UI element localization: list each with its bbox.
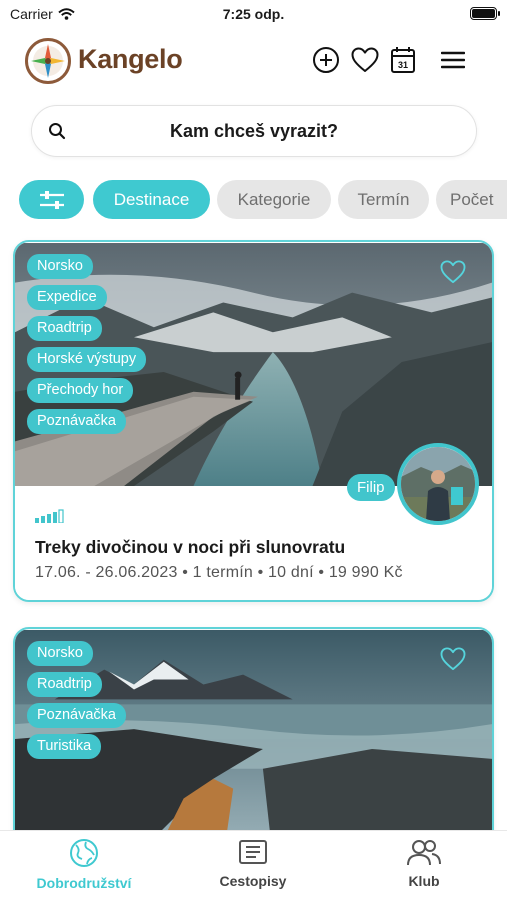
filter-chip-pocet[interactable]: Počet [436,180,507,219]
filter-chip-kategorie[interactable]: Kategorie [217,180,331,219]
tag[interactable]: Expedice [27,285,107,310]
tag[interactable]: Norsko [27,254,93,279]
app-header: Kangelo 31 [0,34,507,90]
favorite-icon[interactable] [440,647,466,671]
tag-list: Norsko Expedice Roadtrip Horské výstupy … [27,254,147,434]
tab-cestopisy[interactable]: Cestopisy [183,837,323,889]
tag[interactable]: Poznávačka [27,409,126,434]
filter-chip-destinace[interactable]: Destinace [93,180,210,219]
search-bar[interactable]: Kam chceš vyrazit? [31,105,477,157]
status-bar: Carrier 7:25 odp. [0,0,507,28]
tag[interactable]: Roadtrip [27,316,102,341]
search-input[interactable]: Kam chceš vyrazit? [32,121,476,142]
calendar-button[interactable]: 31 [387,44,419,76]
tag[interactable]: Roadtrip [27,672,102,697]
tab-dobrodruzstvi[interactable]: Dobrodružství [14,837,154,891]
favorite-icon[interactable] [440,260,466,284]
tab-label: Cestopisy [219,873,287,889]
battery-icon [470,7,500,20]
trip-card[interactable]: Norsko Roadtrip Poznávačka Turistika [13,627,494,857]
filter-sliders-icon [39,190,64,209]
difficulty-icon [35,509,64,523]
calendar-icon: 31 [391,47,415,73]
heart-icon [351,47,379,72]
book-icon [239,840,267,864]
globe-icon [70,839,98,867]
users-icon [407,840,441,866]
tag-list: Norsko Roadtrip Poznávačka Turistika [27,641,126,759]
add-button[interactable] [310,44,342,76]
filter-settings-button[interactable] [19,180,84,219]
bottom-nav: Dobrodružství Cestopisy Klub [0,830,507,900]
svg-text:31: 31 [398,60,408,70]
trip-card[interactable]: Norsko Expedice Roadtrip Horské výstupy … [13,240,494,602]
menu-button[interactable] [437,44,469,76]
tab-label: Dobrodružství [36,875,132,891]
status-time: 7:25 odp. [222,6,285,22]
tag[interactable]: Horské výstupy [27,347,147,372]
menu-icon [441,51,465,69]
favorites-button[interactable] [349,44,381,76]
avatar[interactable] [397,443,479,525]
tag[interactable]: Turistika [27,734,102,759]
compass-logo[interactable] [25,38,71,84]
filter-bar: Destinace Kategorie Termín Počet [0,180,507,220]
tab-klub[interactable]: Klub [354,837,494,889]
brand-name: Kangelo [78,44,183,74]
author-badge[interactable]: Filip [347,474,395,501]
tag[interactable]: Norsko [27,641,93,666]
trip-meta: 17.06. - 26.06.2023 • 1 termín • 10 dní … [35,564,403,581]
add-icon [313,47,339,73]
trip-title[interactable]: Treky divočinou v noci při slunovratu [35,537,345,558]
tab-label: Klub [408,873,440,889]
tag[interactable]: Přechody hor [27,378,134,403]
tag[interactable]: Poznávačka [27,703,126,728]
filter-chip-termin[interactable]: Termín [338,180,429,219]
